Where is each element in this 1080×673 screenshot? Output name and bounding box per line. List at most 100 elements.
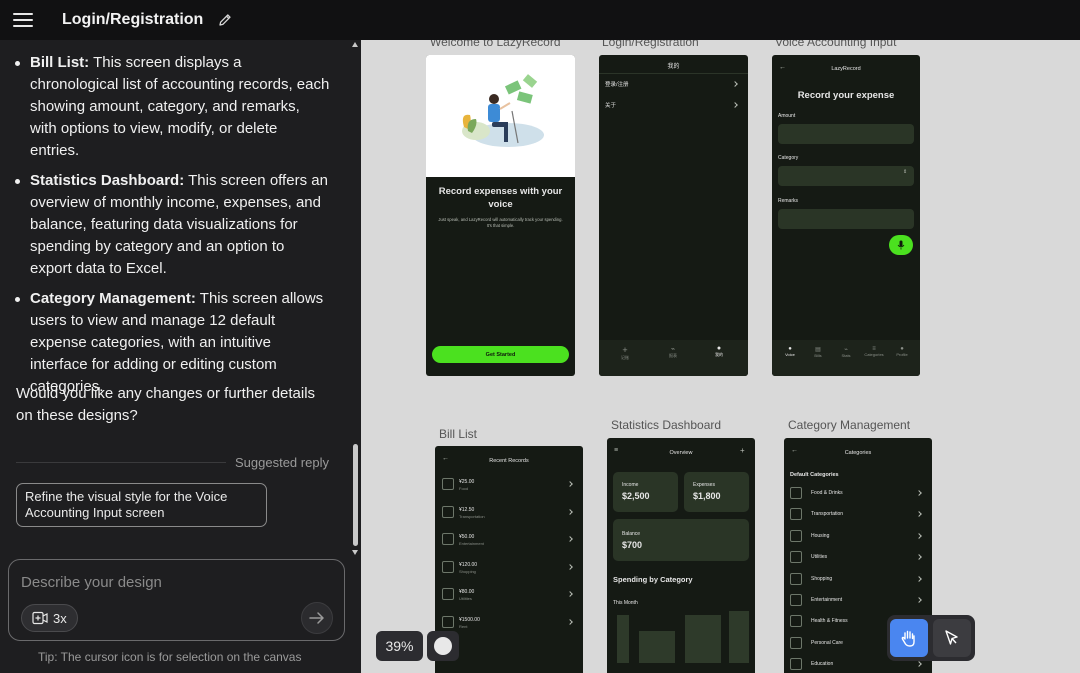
tab-categories[interactable]: ≡ Categories: [860, 346, 888, 357]
category-icon: [790, 508, 802, 521]
category-icon: [442, 588, 454, 600]
category-icon: [790, 636, 802, 649]
remarks-label: Remarks: [778, 198, 799, 204]
frame-label-stats[interactable]: Statistics Dashboard: [611, 418, 721, 432]
category-name: Transportation: [811, 511, 844, 518]
category-name: Housing: [811, 532, 830, 539]
chevron-right-icon[interactable]: [916, 661, 922, 668]
bill-category: Utilities: [459, 596, 472, 601]
select-tool-button[interactable]: [933, 619, 971, 657]
theme-toggle[interactable]: [427, 631, 459, 661]
circle-icon: [434, 637, 452, 655]
zoom-level[interactable]: 39%: [376, 631, 423, 661]
list-icon: ▤: [815, 347, 821, 353]
chevron-right-icon[interactable]: [916, 575, 922, 582]
category-icon: [790, 487, 802, 499]
tab-stats[interactable]: ⌁ Stats: [834, 346, 858, 358]
frame-label-voice[interactable]: Voice Accounting Input: [775, 40, 896, 49]
input-placeholder: Describe your design: [21, 574, 162, 591]
chevron-right-icon[interactable]: [567, 618, 573, 625]
chart-icon: ⌁: [844, 347, 848, 353]
chevron-right-icon: [732, 81, 738, 87]
login-register-item[interactable]: 登录/注册: [605, 80, 629, 88]
user-icon: ●: [716, 345, 722, 352]
bill-category: Food: [459, 486, 469, 491]
frame-label-bills[interactable]: Bill List: [439, 427, 477, 441]
bill-amount: ¥25.00: [459, 479, 475, 485]
design-prompt-input[interactable]: Describe your design 3x: [8, 559, 345, 641]
category-icon: [790, 572, 802, 585]
stats-title: Overview: [669, 450, 693, 456]
send-button[interactable]: [301, 602, 333, 634]
spending-section-title: Spending by Category: [613, 575, 693, 584]
chevron-right-icon[interactable]: [916, 511, 922, 518]
microphone-button[interactable]: [889, 235, 913, 255]
microphone-icon: [897, 240, 905, 250]
category-name: Shopping: [811, 575, 833, 582]
voice-heading: Record your expense: [797, 90, 895, 101]
frame-voice[interactable]: ← LazyRecord Record your expense Amount …: [772, 55, 920, 376]
category-name: Entertainment: [811, 597, 843, 603]
frame-label-categories[interactable]: Category Management: [788, 418, 910, 432]
tab-record[interactable]: + 记账: [613, 345, 637, 361]
about-item[interactable]: 关于: [605, 101, 616, 109]
scrollbar-thumb[interactable]: [353, 444, 358, 546]
frame-label-login[interactable]: Login/Registration: [602, 40, 699, 49]
hand-tool-button[interactable]: [890, 619, 928, 657]
tab-mine[interactable]: ● 我的: [707, 345, 731, 358]
bill-amount: ¥80.00: [459, 589, 475, 595]
balance-card: Balance $700: [613, 519, 749, 561]
add-icon[interactable]: +: [740, 446, 745, 455]
bill-amount: ¥120.00: [459, 561, 478, 568]
suggested-reply-button[interactable]: Refine the visual style for the Voice Ac…: [16, 483, 267, 527]
bill-amount: ¥1500.00: [459, 616, 480, 623]
default-categories-label: Default Categories: [790, 472, 839, 478]
edit-pencil-icon[interactable]: [217, 12, 233, 28]
scroll-down-arrow-icon[interactable]: [352, 550, 358, 555]
category-select[interactable]: [778, 166, 914, 186]
scroll-up-arrow-icon[interactable]: [352, 42, 358, 47]
bill-category: Shopping: [459, 568, 476, 574]
plus-icon: +: [622, 345, 628, 355]
category-icon: [790, 529, 802, 542]
design-canvas[interactable]: Welcome to LazyRecord Login/Registration…: [361, 40, 1080, 673]
chevron-right-icon[interactable]: [567, 563, 573, 570]
frame-welcome[interactable]: Record expenses with your voice Just spe…: [426, 55, 575, 376]
welcome-heading: Record expenses with your voice: [438, 186, 563, 210]
tab-report[interactable]: ⌁ 报表: [661, 345, 685, 359]
chevron-right-icon[interactable]: [916, 490, 922, 496]
chevron-right-icon[interactable]: [567, 508, 573, 515]
income-card: Income $2,500: [613, 472, 678, 512]
expenses-card: Expenses $1,800: [684, 472, 749, 512]
chevron-right-icon[interactable]: [567, 591, 573, 597]
menu-icon[interactable]: [13, 13, 33, 27]
chevron-right-icon[interactable]: [567, 536, 573, 542]
cursor-icon: [945, 630, 958, 645]
chevron-right-icon[interactable]: [916, 554, 922, 561]
frame-label-welcome[interactable]: Welcome to LazyRecord: [430, 40, 561, 49]
chevron-right-icon[interactable]: [916, 597, 922, 603]
canvas-tip: Tip: The cursor icon is for selection on…: [38, 650, 302, 664]
income-label: Income: [622, 482, 639, 488]
chart-icon: ⌁: [670, 346, 676, 353]
remarks-input[interactable]: [778, 209, 914, 229]
categories-title: Categories: [844, 450, 872, 456]
chevron-right-icon[interactable]: [567, 481, 573, 487]
tab-voice[interactable]: ● Voice: [778, 346, 802, 357]
get-started-button[interactable]: Get Started: [432, 346, 569, 363]
tab-profile[interactable]: ● Profile: [890, 346, 914, 357]
select-arrows-icon: ⇕: [903, 169, 908, 175]
frame-login[interactable]: 我的 登录/注册 关于 + 记账 ⌁ 报表 ● 我的: [599, 55, 748, 376]
suggested-reply-label: Suggested reply: [235, 455, 329, 470]
expenses-value: $1,800: [693, 491, 721, 501]
chevron-right-icon[interactable]: [916, 532, 922, 539]
divider: [599, 73, 748, 74]
expenses-label: Expenses: [693, 482, 715, 488]
multiplier-button[interactable]: 3x: [21, 604, 78, 632]
frame-stats[interactable]: ≡ Overview + Income $2,500 Expenses $1,8…: [607, 438, 755, 673]
multiplier-label: 3x: [53, 610, 67, 626]
amount-input[interactable]: [778, 124, 914, 144]
tab-bills[interactable]: ▤ Bills: [806, 346, 830, 358]
category-icon: [442, 505, 454, 518]
category-icon: [790, 615, 802, 628]
